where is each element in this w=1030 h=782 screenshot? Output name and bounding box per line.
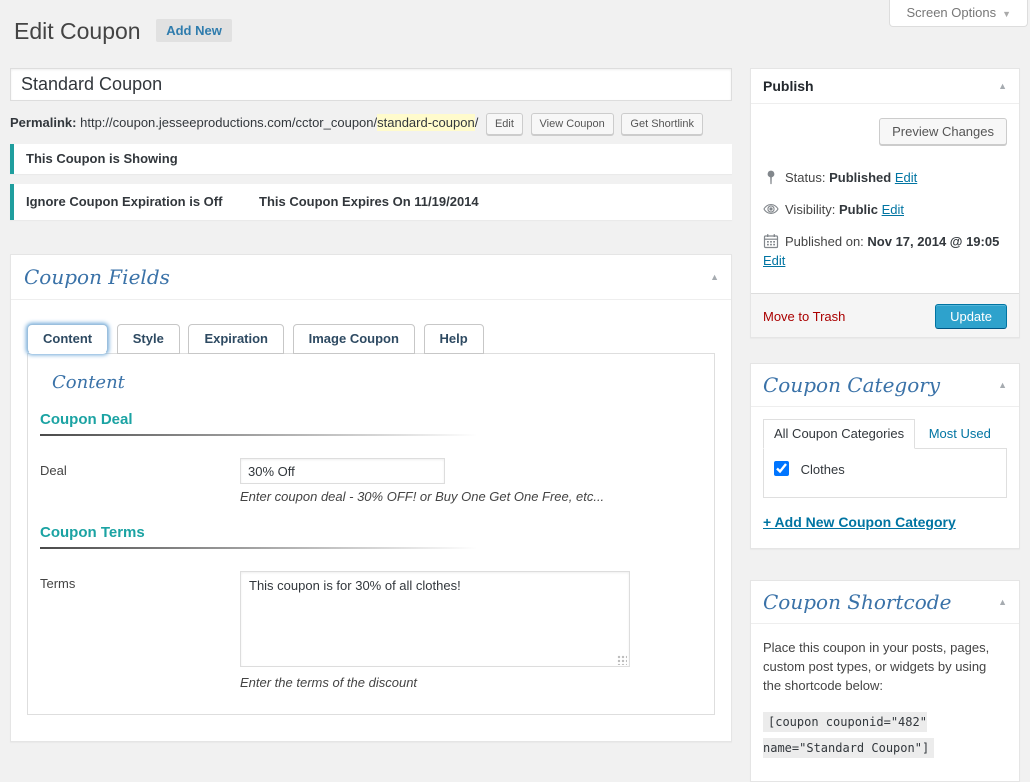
category-header[interactable]: Coupon Category ▲: [751, 364, 1019, 407]
notice-text: This Coupon is Showing: [26, 151, 178, 166]
visibility-value: Public: [839, 202, 878, 217]
eye-icon: [763, 201, 779, 217]
visibility-row: Visibility: Public Edit: [763, 200, 1007, 219]
resize-handle-icon[interactable]: [617, 655, 627, 665]
coupon-fields-header[interactable]: Coupon Fields ▲: [11, 255, 731, 300]
section-divider: [40, 434, 623, 436]
shortcode-description: Place this coupon in your posts, pages, …: [763, 638, 1007, 695]
sidebar-column: Publish ▲ Preview Changes Status: Publis…: [750, 68, 1020, 782]
collapse-arrow-icon[interactable]: ▲: [710, 272, 719, 282]
category-tabs: All Coupon Categories Most Used: [763, 419, 1007, 448]
pin-icon: [763, 169, 779, 185]
collapse-arrow-icon[interactable]: ▲: [998, 380, 1007, 390]
publish-header[interactable]: Publish ▲: [751, 69, 1019, 104]
tab-image-coupon[interactable]: Image Coupon: [293, 324, 415, 354]
coupon-deal-section-title: Coupon Deal: [40, 411, 702, 428]
shortcode-body: Place this coupon in your posts, pages, …: [751, 624, 1019, 781]
permalink-edit-button[interactable]: Edit: [486, 113, 523, 135]
category-item-clothes[interactable]: Clothes: [774, 462, 845, 477]
content-panel-heading: Content: [52, 372, 702, 393]
move-to-trash-link[interactable]: Move to Trash: [763, 309, 845, 324]
published-label: Published on:: [785, 234, 864, 249]
terms-label: Terms: [40, 571, 240, 670]
status-value: Published: [829, 170, 891, 185]
coupon-terms-section-title: Coupon Terms: [40, 524, 702, 541]
get-shortlink-button[interactable]: Get Shortlink: [621, 113, 703, 135]
preview-changes-button[interactable]: Preview Changes: [879, 118, 1007, 145]
category-item-label: Clothes: [801, 462, 845, 477]
coupon-showing-notice: This Coupon is Showing: [10, 144, 732, 174]
tab-most-used[interactable]: Most Used: [929, 426, 991, 441]
tab-style[interactable]: Style: [117, 324, 180, 354]
edit-visibility-link[interactable]: Edit: [882, 202, 904, 217]
coupon-fields-title: Coupon Fields: [24, 265, 170, 289]
shortcode-title: Coupon Shortcode: [763, 590, 951, 614]
page-title: Edit Coupon: [14, 16, 141, 46]
deal-label: Deal: [40, 458, 240, 484]
publish-title: Publish: [763, 78, 814, 94]
coupon-title-input[interactable]: [10, 68, 732, 101]
section-divider: [40, 547, 623, 549]
edit-published-link[interactable]: Edit: [763, 253, 785, 268]
tab-help[interactable]: Help: [424, 324, 484, 354]
edit-status-link[interactable]: Edit: [895, 170, 917, 185]
terms-field-row: Terms This coupon is for 30% of all clot…: [40, 571, 702, 670]
coupon-fields-body: Content Style Expiration Image Coupon He…: [11, 300, 731, 741]
admin-page: Screen Options ▼ Edit Coupon Add New Perm…: [0, 0, 1030, 782]
update-button[interactable]: Update: [935, 304, 1007, 329]
collapse-arrow-icon[interactable]: ▲: [998, 81, 1007, 91]
visibility-label: Visibility:: [785, 202, 835, 217]
permalink-row: Permalink: http://coupon.jesseeproductio…: [10, 111, 732, 135]
calendar-icon: [763, 233, 779, 249]
publish-box: Publish ▲ Preview Changes Status: Publis…: [750, 68, 1020, 338]
published-on-row: Published on: Nov 17, 2014 @ 19:05 Edit: [763, 232, 1007, 270]
notice-expiry-text: This Coupon Expires On 11/19/2014: [259, 192, 479, 212]
permalink-trailing-slash: /: [475, 115, 479, 130]
publish-actions-bar: Move to Trash Update: [751, 293, 1019, 337]
permalink-label: Permalink:: [10, 115, 76, 130]
status-label: Status:: [785, 170, 825, 185]
category-title: Coupon Category: [763, 373, 940, 397]
category-list-panel: Clothes: [763, 448, 1007, 498]
deal-hint: Enter coupon deal - 30% OFF! or Buy One …: [240, 489, 702, 504]
coupon-fields-box: Coupon Fields ▲ Content Style Expiration…: [10, 254, 732, 742]
tab-expiration[interactable]: Expiration: [188, 324, 284, 354]
main-column: Permalink: http://coupon.jesseeproductio…: [10, 68, 732, 782]
category-body: All Coupon Categories Most Used Clothes …: [751, 407, 1019, 548]
view-coupon-button[interactable]: View Coupon: [531, 113, 614, 135]
terms-hint: Enter the terms of the discount: [240, 675, 702, 690]
shortcode-code: [coupon couponid="482" name="Standard Co…: [763, 712, 934, 758]
collapse-arrow-icon[interactable]: ▲: [998, 597, 1007, 607]
status-row: Status: Published Edit: [763, 168, 1007, 187]
permalink-url: http://coupon.jesseeproductions.com/ccto…: [80, 115, 377, 130]
screen-options-button[interactable]: Screen Options ▼: [889, 0, 1028, 27]
permalink-slug: standard-coupon: [377, 114, 475, 131]
chevron-down-icon: ▼: [1002, 9, 1011, 19]
terms-textarea[interactable]: This coupon is for 30% of all clothes!: [240, 571, 630, 667]
published-value: Nov 17, 2014 @ 19:05: [867, 234, 999, 249]
shortcode-header[interactable]: Coupon Shortcode ▲: [751, 581, 1019, 624]
publish-body: Preview Changes Status: Published Edit V…: [751, 104, 1019, 293]
coupon-category-box: Coupon Category ▲ All Coupon Categories …: [750, 363, 1020, 549]
coupon-expiration-notice: Ignore Coupon Expiration is Off This Cou…: [10, 184, 732, 220]
page-heading: Edit Coupon Add New: [14, 16, 1020, 56]
screen-options-label: Screen Options: [906, 5, 996, 20]
content-tab-panel: Content Coupon Deal Deal Enter coupon de…: [27, 353, 715, 715]
tab-all-categories[interactable]: All Coupon Categories: [763, 419, 915, 449]
category-checkbox[interactable]: [774, 461, 789, 476]
deal-input[interactable]: [240, 458, 445, 484]
notice-text: Ignore Coupon Expiration is Off: [26, 194, 222, 209]
deal-field-row: Deal: [40, 458, 702, 484]
add-new-button[interactable]: Add New: [156, 19, 232, 42]
tab-content[interactable]: Content: [27, 324, 108, 354]
coupon-shortcode-box: Coupon Shortcode ▲ Place this coupon in …: [750, 580, 1020, 782]
coupon-fields-tabs: Content Style Expiration Image Coupon He…: [27, 324, 715, 354]
add-new-category-link[interactable]: + Add New Coupon Category: [763, 514, 956, 530]
